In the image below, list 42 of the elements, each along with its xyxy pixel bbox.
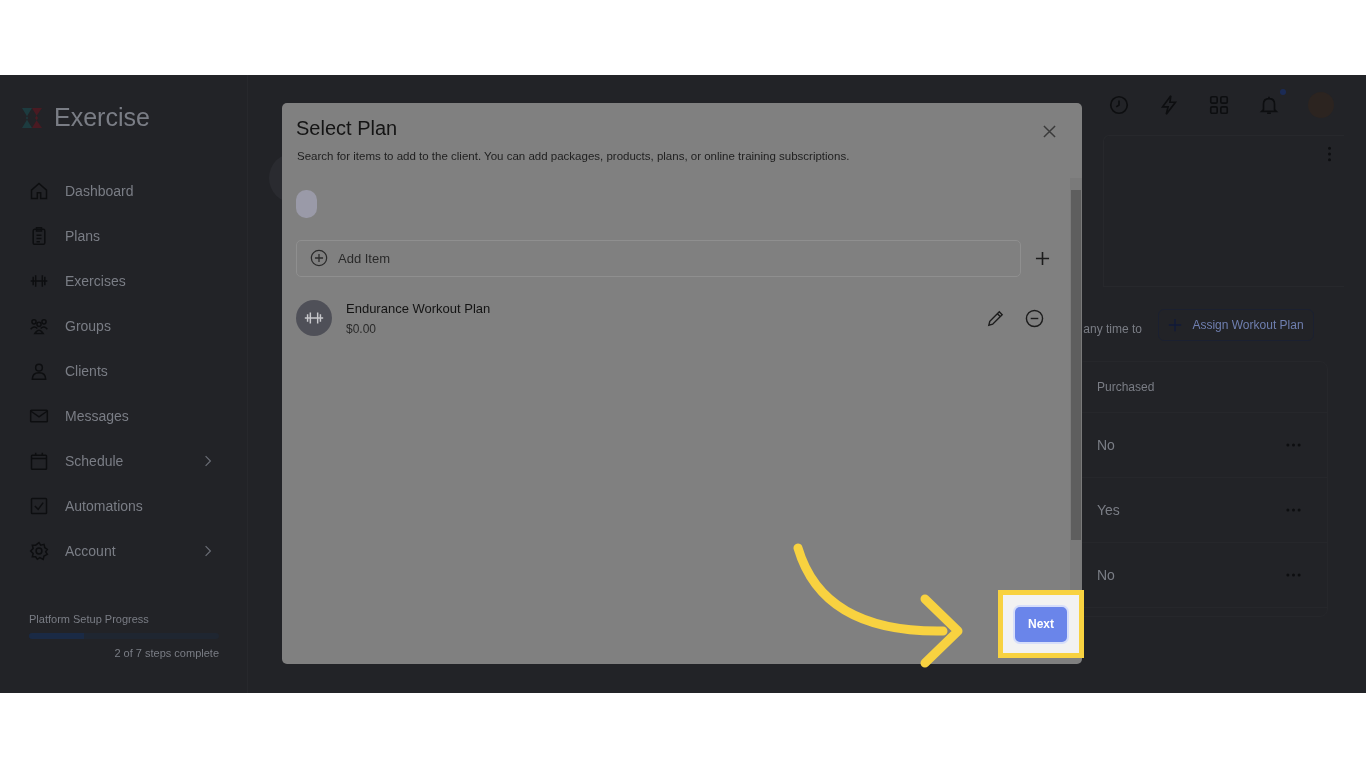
plan-name: Endurance Workout Plan <box>346 300 492 316</box>
sidebar-item[interactable]: Dashboard <box>18 168 212 213</box>
home-icon <box>29 180 49 201</box>
dialog-description: Search for items to add to the client. You can add packages, products, plans, or online training subscriptions. <box>297 150 851 162</box>
grid-icon[interactable] <box>1208 94 1230 116</box>
plus-icon[interactable] <box>1035 251 1050 266</box>
table-cell: No <box>1097 567 1115 583</box>
scrollbar[interactable] <box>1070 178 1082 590</box>
column-header: Purchased <box>1097 380 1155 394</box>
sidebar-item[interactable]: Messages <box>18 393 212 438</box>
close-icon[interactable] <box>1043 125 1056 138</box>
checkbox-icon <box>29 495 49 516</box>
dialog-title: Select Plan <box>296 117 398 140</box>
lightning-icon[interactable] <box>1158 94 1180 116</box>
chip-placeholder <box>296 190 317 218</box>
sidebar-item[interactable]: Automations <box>18 483 212 528</box>
dumbbell-icon <box>296 300 332 336</box>
calendar-icon <box>29 450 49 471</box>
table-cell: No <box>1097 437 1115 453</box>
clock-icon[interactable] <box>1108 94 1130 116</box>
bell-icon[interactable] <box>1258 94 1280 116</box>
plan-price: $0.00 <box>346 321 378 336</box>
assign-workout-plan-button[interactable]: Assign Workout Plan <box>1158 309 1314 341</box>
sidebar-item[interactable]: Account <box>18 528 212 573</box>
sidebar-item[interactable]: Exercises <box>18 258 212 303</box>
pencil-icon[interactable] <box>986 308 1005 328</box>
table-cell: Yes <box>1097 502 1120 518</box>
minus-circle-icon[interactable] <box>1025 308 1044 328</box>
gear-icon <box>29 540 49 561</box>
app-title: Exercise <box>54 103 150 132</box>
next-button[interactable]: Next <box>1015 606 1067 642</box>
sidebar-item[interactable]: Schedule <box>18 438 212 483</box>
plus-circle-icon <box>310 249 328 267</box>
progress-caption: 2 of 7 steps complete <box>113 647 219 659</box>
body-text: any time to <box>1083 322 1142 336</box>
progress-title: Platform Setup Progress <box>29 613 150 625</box>
chevron-right-icon <box>204 544 212 557</box>
add-item-field[interactable]: Add Item <box>296 240 1021 277</box>
sidebar-item[interactable]: Groups <box>18 303 212 348</box>
chevron-right-icon <box>204 454 212 467</box>
sidebar-item[interactable]: Clients <box>18 348 212 393</box>
sidebar-item[interactable]: Plans <box>18 213 212 258</box>
